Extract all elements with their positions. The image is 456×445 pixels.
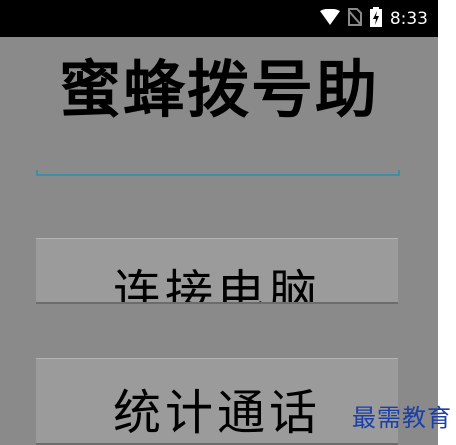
connect-computer-button[interactable]: 连接电脑 <box>36 238 398 304</box>
status-time: 8:33 <box>389 8 428 29</box>
app-title: 蜜蜂拨号助 <box>58 53 379 126</box>
phone-screen: 8:33 蜜蜂拨号助 连接电脑 统计通话 <box>0 0 438 445</box>
status-icons: 8:33 <box>319 0 428 37</box>
text-input-field[interactable] <box>36 150 400 176</box>
call-statistics-button[interactable]: 统计通话 <box>36 358 398 445</box>
watermark: 最需教育 <box>352 404 452 432</box>
status-bar: 8:33 <box>0 0 438 37</box>
wifi-icon <box>319 8 340 29</box>
input-tick-left <box>36 170 38 176</box>
battery-charging-icon <box>369 6 382 31</box>
input-tick-right <box>398 170 400 176</box>
no-sim-icon <box>347 7 363 30</box>
input-underline <box>36 174 400 176</box>
connect-computer-label: 连接电脑 <box>112 265 321 304</box>
call-statistics-label: 统计通话 <box>112 385 321 441</box>
